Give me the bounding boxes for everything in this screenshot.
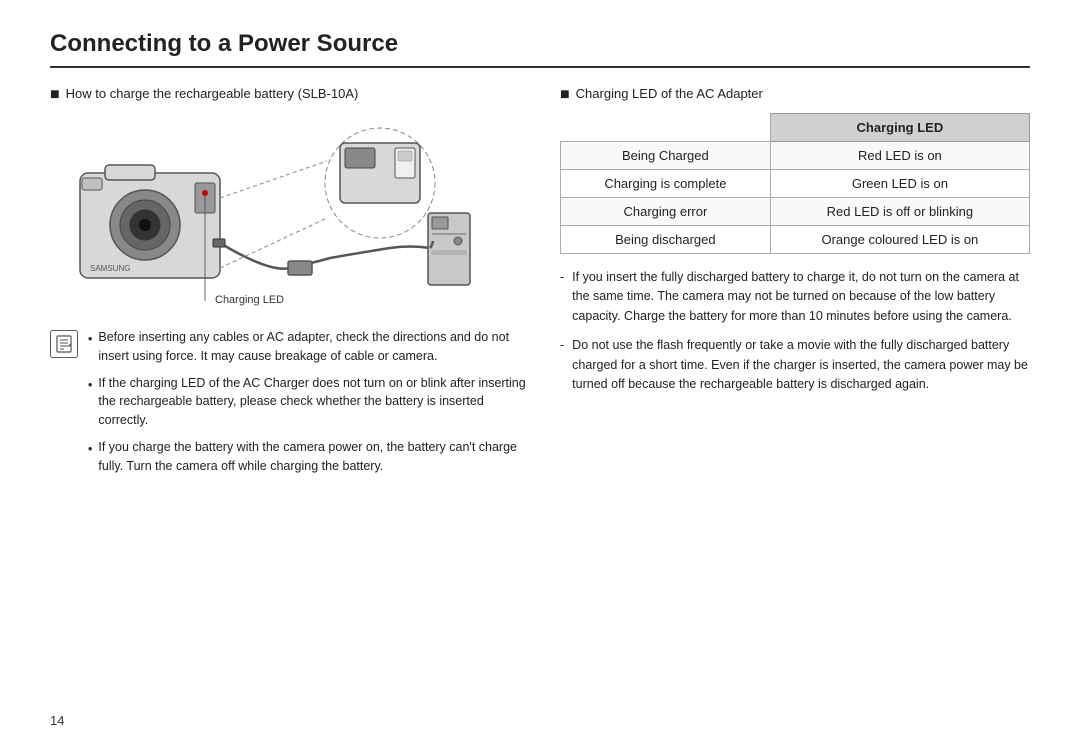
camera-svg: SAMSUNG [50,113,480,313]
status-cell-4: Being discharged [561,226,771,254]
status-cell-2: Charging is complete [561,170,771,198]
notes-icon [50,330,78,358]
dash-text-1: If you insert the fully discharged batte… [572,268,1030,326]
section-bullet: ■ [50,87,60,103]
note-bullet-2: • [88,376,92,430]
svg-text:Charging LED: Charging LED [215,294,284,306]
status-cell-3: Charging error [561,198,771,226]
right-header-text: Charging LED of the AC Adapter [576,86,763,101]
pencil-note-icon [54,334,74,354]
led-cell-4: Orange coloured LED is on [770,226,1029,254]
table-row: Being discharged Orange coloured LED is … [561,226,1030,254]
note-item-3: • If you charge the battery with the cam… [88,438,530,476]
content-area: ■ How to charge the rechargeable battery… [50,86,1030,483]
col1-header [561,114,771,142]
note-item-2: • If the charging LED of the AC Charger … [88,374,530,430]
led-cell-1: Red LED is on [770,142,1029,170]
table-row: Charging is complete Green LED is on [561,170,1030,198]
note-item-1: • Before inserting any cables or AC adap… [88,328,530,366]
note-bullet-1: • [88,330,92,366]
left-header-text: How to charge the rechargeable battery (… [66,86,359,101]
note-bullet-3: • [88,440,92,476]
right-section-bullet: ■ [560,87,570,103]
dash-bullet-2: - [560,336,564,394]
table-row: Being Charged Red LED is on [561,142,1030,170]
svg-text:SAMSUNG: SAMSUNG [90,264,130,273]
note-text-3: If you charge the battery with the camer… [98,438,530,476]
led-cell-2: Green LED is on [770,170,1029,198]
table-header-row: Charging LED [561,114,1030,142]
note-text-1: Before inserting any cables or AC adapte… [98,328,530,366]
note-text-2: If the charging LED of the AC Charger do… [98,374,530,430]
notes-box: • Before inserting any cables or AC adap… [50,328,530,483]
page: Connecting to a Power Source ■ How to ch… [0,0,1080,746]
led-cell-3: Red LED is off or blinking [770,198,1029,226]
left-section-header: ■ How to charge the rechargeable battery… [50,86,530,103]
right-section-header: ■ Charging LED of the AC Adapter [560,86,1030,103]
led-table: Charging LED Being Charged Red LED is on… [560,113,1030,254]
page-title: Connecting to a Power Source [50,30,1030,68]
table-row: Charging error Red LED is off or blinkin… [561,198,1030,226]
dash-note-2: - Do not use the flash frequently or tak… [560,336,1030,394]
dash-bullet-1: - [560,268,564,326]
left-column: ■ How to charge the rechargeable battery… [50,86,530,483]
status-cell-1: Being Charged [561,142,771,170]
dash-note-1: - If you insert the fully discharged bat… [560,268,1030,326]
camera-illustration: SAMSUNG [50,113,480,313]
notes-content: • Before inserting any cables or AC adap… [88,328,530,483]
col2-header: Charging LED [770,114,1029,142]
right-column: ■ Charging LED of the AC Adapter Chargin… [560,86,1030,483]
page-number: 14 [50,713,64,728]
dash-text-2: Do not use the flash frequently or take … [572,336,1030,394]
